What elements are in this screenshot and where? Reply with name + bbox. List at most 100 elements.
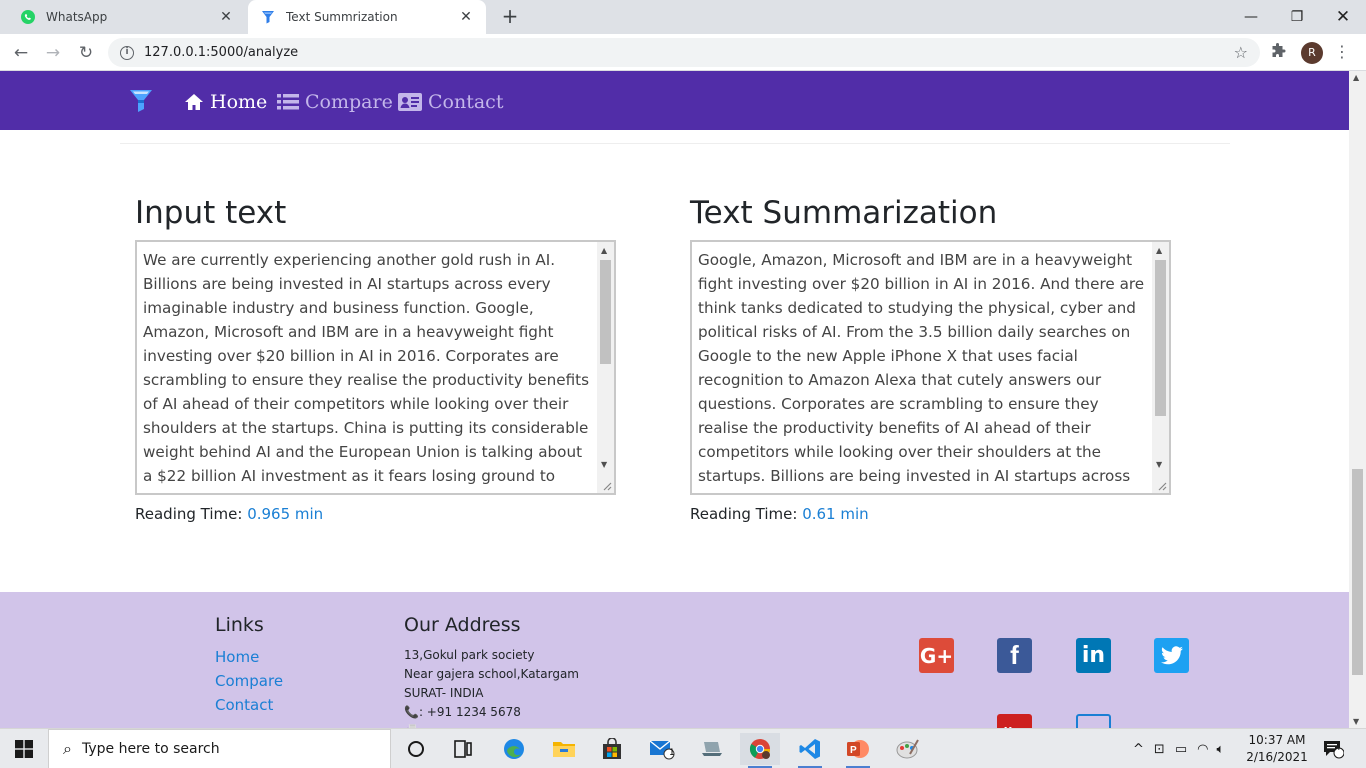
address-line: 13,Gokul park society [404,648,535,662]
close-icon[interactable]: ✕ [218,9,234,25]
page-scrollbar[interactable]: ▲ ▼ [1349,71,1366,728]
windows-start-icon[interactable] [0,729,48,768]
meet-now-icon[interactable]: ⊡ [1154,742,1165,757]
textarea-scrollbar[interactable]: ▲ ▼ [597,242,614,493]
close-icon[interactable]: ✕ [458,9,474,25]
site-footer: Links Home Compare Contact Our Address 1… [0,592,1349,728]
wifi-icon[interactable]: ◠ [1197,742,1208,757]
bookmark-star-icon[interactable]: ☆ [1234,43,1248,62]
search-icon: ⌕ [63,739,72,758]
profile-avatar[interactable]: R [1301,42,1323,64]
footer-link-contact[interactable]: Contact [215,696,273,714]
funnel-icon [260,9,276,25]
chrome-icon[interactable] [740,733,780,768]
resize-grip-icon[interactable] [602,481,612,491]
mail-icon[interactable]: 1 [642,733,682,765]
paint-icon[interactable] [888,733,928,765]
input-textarea[interactable]: We are currently experiencing another go… [135,240,616,495]
phone-line: 📞: +91 1234 5678 [404,705,521,719]
nav-compare-label: Compare [305,91,393,113]
taskbar-search-input[interactable]: ⌕ Type here to search [48,729,391,768]
scroll-down-arrow-icon[interactable]: ▼ [1156,460,1162,469]
scroll-up-arrow-icon[interactable]: ▲ [601,246,607,255]
nav-home[interactable]: Home [184,89,267,115]
cortana-circle-icon[interactable] [396,733,436,765]
address-bar[interactable]: i 127.0.0.1:5000/analyze ☆ [108,38,1260,67]
facebook-icon[interactable]: f [997,638,1032,673]
url-text: 127.0.0.1:5000/analyze [144,45,299,60]
input-textarea-content: We are currently experiencing another go… [143,251,590,493]
restore-button[interactable]: ❐ [1274,0,1320,34]
logo-funnel-icon[interactable] [128,87,154,115]
whatsapp-icon [20,9,36,25]
tab-text-summrization[interactable]: Text Summrization ✕ [248,0,486,34]
youtube-icon[interactable]: You [997,714,1032,728]
nav-contact-label: Contact [428,91,504,113]
new-tab-button[interactable]: + [498,5,522,29]
clock-date: 2/16/2021 [1246,750,1308,764]
linkedin-icon[interactable]: in [1076,638,1111,673]
menu-kebab-icon[interactable]: ⋮ [1334,41,1350,63]
page-scrollbar-thumb[interactable] [1352,469,1363,675]
twitter-icon[interactable] [1154,638,1189,673]
show-hidden-icons-chevron-icon[interactable]: ^ [1133,742,1144,757]
nav-home-label: Home [210,91,268,113]
vscode-icon[interactable] [790,733,830,768]
edge-browser-icon[interactable] [494,733,534,765]
input-text-heading: Input text [135,195,287,231]
summary-textarea-content: Google, Amazon, Microsoft and IBM are in… [698,251,1145,493]
scroll-down-arrow-icon[interactable]: ▼ [1353,717,1359,726]
svg-text:P: P [850,745,857,756]
reading-time-value: 0.61 min [802,505,869,523]
mail-badge-count: 1 [669,748,675,758]
email-icon[interactable] [1076,714,1111,728]
reading-time-label: Reading Time: [690,505,803,523]
google-plus-label: G+ [919,643,954,668]
site-info-icon[interactable]: i [120,45,134,60]
scroll-up-arrow-icon[interactable]: ▲ [1353,73,1359,82]
close-window-button[interactable]: ✕ [1320,0,1366,34]
links-heading: Links [215,614,264,636]
microsoft-store-icon[interactable] [592,733,632,765]
tab-whatsapp[interactable]: WhatsApp ✕ [8,0,246,34]
extensions-puzzle-icon[interactable] [1270,43,1286,63]
address-line: SURAT- INDIA [404,686,484,700]
taskbar-clock[interactable]: 10:37 AM 2/16/2021 [1244,732,1310,766]
tab-title: Text Summrization [286,10,398,24]
browser-tab-strip: WhatsApp ✕ Text Summrization ✕ + — ❐ ✕ [0,0,1366,34]
notification-center-icon[interactable]: 4 [1322,729,1344,768]
task-view-icon[interactable] [443,733,483,765]
forward-icon[interactable]: → [40,40,66,66]
battery-icon[interactable]: ▭ [1175,742,1187,757]
volume-icon[interactable]: 🔈︎ [1216,742,1224,757]
scroll-up-arrow-icon[interactable]: ▲ [1156,246,1162,255]
back-icon[interactable]: ← [8,40,34,66]
notification-count: 4 [1335,743,1341,753]
scrollbar-thumb[interactable] [1155,260,1166,416]
minimize-button[interactable]: — [1228,0,1274,34]
reload-icon[interactable]: ↻ [73,40,99,66]
textarea-scrollbar[interactable]: ▲ ▼ [1152,242,1169,493]
tab-title: WhatsApp [46,10,108,24]
footer-link-compare[interactable]: Compare [215,672,283,690]
scrollbar-thumb[interactable] [600,260,611,364]
footer-link-home[interactable]: Home [215,648,259,666]
list-icon [277,93,299,111]
page-viewport: Home Compare Contact Input text We are c… [0,71,1349,728]
nav-compare[interactable]: Compare [277,89,393,115]
summary-textarea[interactable]: Google, Amazon, Microsoft and IBM are in… [690,240,1171,495]
powerpoint-icon[interactable]: P [838,733,878,768]
facebook-label: f [1010,640,1019,670]
laptop-app-icon[interactable] [692,733,732,765]
file-explorer-icon[interactable] [544,733,584,765]
site-navbar: Home Compare Contact [0,71,1349,130]
phone-number: : +91 1234 5678 [418,705,521,719]
address-line: Near gajera school,Katargam [404,667,579,681]
windows-taskbar: ⌕ Type here to search 1 P ^ ⊡ ▭ ◠ 🔈︎ 10:… [0,728,1366,768]
scroll-down-arrow-icon[interactable]: ▼ [601,460,607,469]
clock-time: 10:37 AM [1248,733,1306,747]
google-plus-icon[interactable]: G+ [919,638,954,673]
nav-contact[interactable]: Contact [398,89,503,115]
resize-grip-icon[interactable] [1157,481,1167,491]
input-reading-time: Reading Time: 0.965 min [135,505,323,523]
